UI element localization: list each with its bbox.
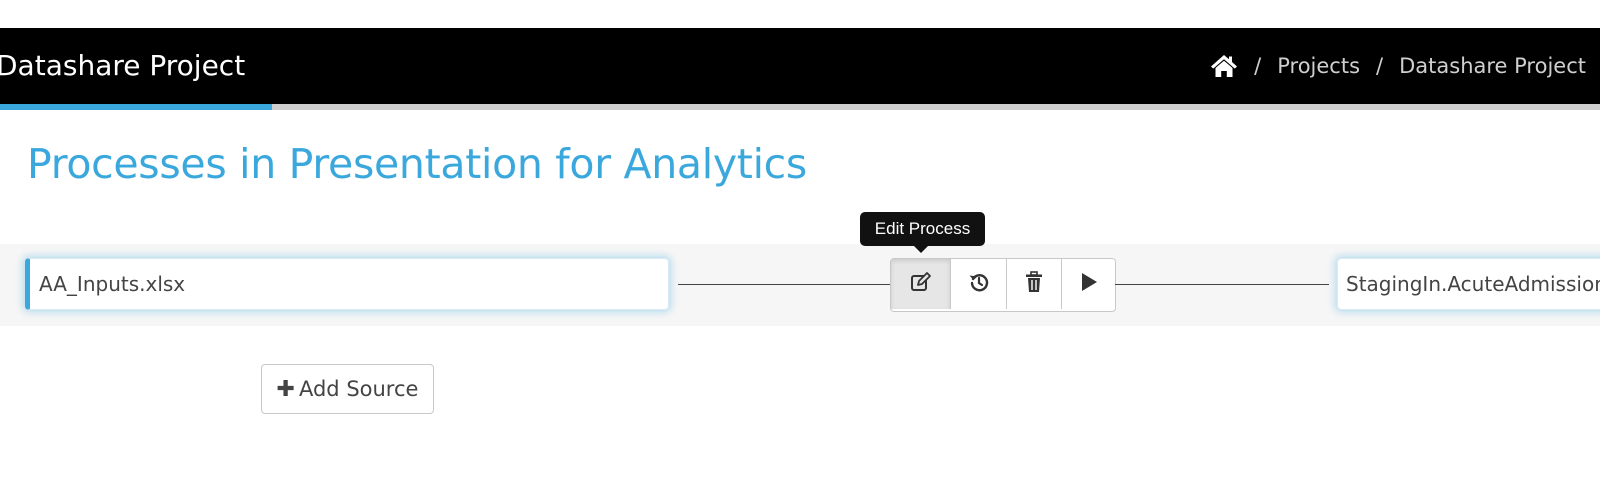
process-actions	[890, 258, 1116, 312]
page-progress-fill	[0, 104, 272, 110]
add-source-button[interactable]: ✚ Add Source	[261, 364, 434, 414]
process-row: AA_Inputs.xlsx StagingIn.AcuteAdmissions	[0, 244, 1600, 326]
breadcrumb-separator: /	[1376, 54, 1384, 78]
breadcrumb: / Projects / Datashare Project	[1210, 28, 1586, 104]
breadcrumb-current-project[interactable]: Datashare Project	[1399, 54, 1586, 78]
breadcrumb-projects[interactable]: Projects	[1277, 54, 1360, 78]
page: Datashare Project / Projects / Datashare…	[0, 0, 1600, 483]
plus-icon: ✚	[276, 376, 295, 402]
page-title: Processes in Presentation for Analytics	[27, 140, 807, 188]
edit-process-tooltip: Edit Process	[860, 212, 985, 246]
history-button[interactable]	[951, 259, 1007, 309]
run-button[interactable]	[1062, 259, 1115, 309]
trash-icon	[1024, 271, 1044, 297]
app-title: Datashare Project	[0, 49, 246, 82]
connector-line-left	[678, 284, 890, 285]
process-target[interactable]: StagingIn.AcuteAdmissions	[1337, 258, 1600, 310]
page-progress-bar	[0, 104, 1600, 110]
play-icon	[1079, 271, 1099, 297]
top-bar: Datashare Project / Projects / Datashare…	[0, 28, 1600, 104]
edit-icon	[910, 271, 932, 297]
connector-line-right	[1115, 284, 1329, 285]
breadcrumb-separator: /	[1254, 54, 1262, 78]
delete-button[interactable]	[1007, 259, 1062, 309]
add-source-label: Add Source	[298, 377, 419, 401]
tooltip-arrow	[914, 246, 928, 253]
process-source[interactable]: AA_Inputs.xlsx	[25, 258, 669, 310]
history-icon	[968, 271, 990, 297]
edit-process-button[interactable]	[891, 259, 951, 309]
home-icon[interactable]	[1210, 54, 1238, 78]
